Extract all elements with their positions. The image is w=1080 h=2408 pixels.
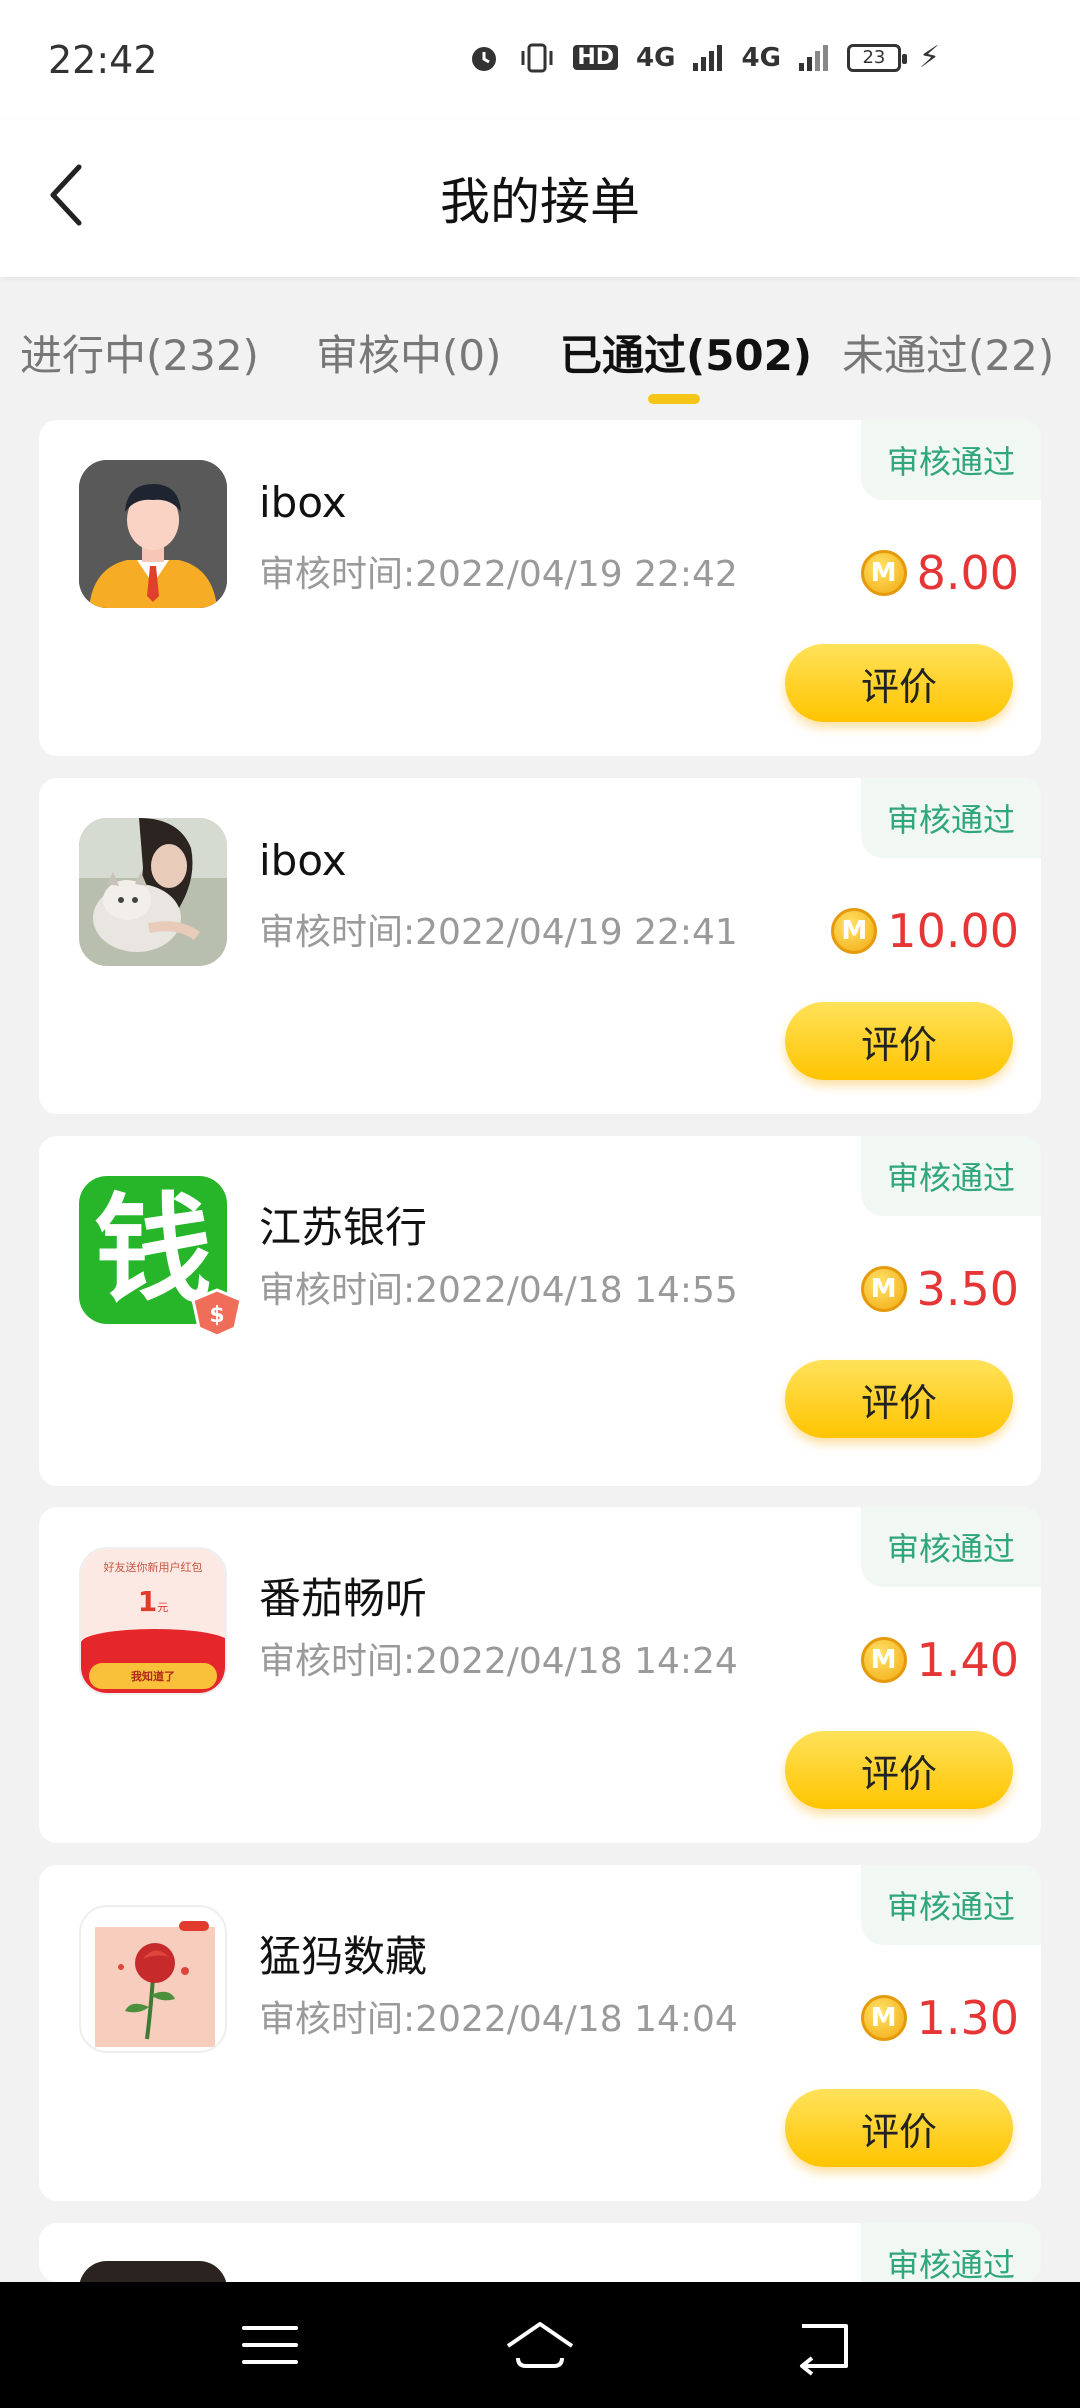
- order-title: 番茄畅听: [259, 1574, 428, 1623]
- order-card[interactable]: 审核通过: [39, 2223, 1041, 2282]
- rose-icon: [79, 1905, 227, 2053]
- girl-with-cat-avatar: [79, 818, 227, 966]
- reward-amount: 10.00: [887, 904, 1019, 958]
- reward: M 8.00: [860, 546, 1019, 600]
- order-title: ibox: [259, 478, 347, 527]
- reward: M 1.30: [860, 1991, 1019, 2045]
- reward: M 10.00: [831, 904, 1019, 958]
- rate-button[interactable]: 评价: [785, 1002, 1013, 1080]
- page-title: 我的接单: [440, 173, 640, 231]
- menu-icon[interactable]: [230, 2312, 310, 2378]
- reward: M 1.40: [860, 1633, 1019, 1687]
- order-time: 审核时间:2022/04/19 22:42: [259, 554, 738, 595]
- order-time: 审核时间:2022/04/18 14:55: [259, 1270, 738, 1311]
- app-header: 我的接单: [0, 120, 1080, 277]
- reward-amount: 3.50: [916, 1262, 1019, 1316]
- reward: M 3.50: [860, 1262, 1019, 1316]
- money-app-icon: 钱 $: [79, 1176, 243, 1338]
- signal-bars-icon-2: [798, 44, 828, 71]
- envelope-amount: 1: [137, 1585, 158, 1618]
- rate-button[interactable]: 评价: [785, 1360, 1013, 1438]
- order-title: ibox: [259, 836, 347, 885]
- reward-amount: 1.30: [916, 1991, 1019, 2045]
- order-card[interactable]: ibox 审核时间:2022/04/19 22:42 审核通过 M 8.00 评…: [39, 420, 1041, 756]
- reward-amount: 1.40: [916, 1633, 1019, 1687]
- shield-badge-icon: $: [191, 1288, 243, 1338]
- alarm-icon: [472, 46, 497, 71]
- status-icons: HD 4G 4G 23 ⚡: [467, 40, 940, 75]
- coin-icon: M: [860, 1637, 907, 1683]
- dark-avatar: [79, 2261, 227, 2282]
- hd-icon: HD: [573, 45, 619, 70]
- signal-bars-icon: [693, 44, 723, 71]
- coin-icon: M: [860, 1266, 907, 1312]
- order-title: 猛犸数藏: [259, 1932, 428, 1981]
- order-card[interactable]: 好友送你新用户红包 1元 我知道了 番茄畅听 审核时间:2022/04/18 1…: [39, 1507, 1041, 1843]
- coin-icon: M: [860, 550, 907, 596]
- status-bar: 22:42 HD 4G 4G 23 ⚡: [0, 0, 1080, 120]
- red-envelope-icon: 好友送你新用户红包 1元 我知道了: [79, 1547, 227, 1695]
- active-tab-indicator: [648, 394, 700, 404]
- tab-rejected[interactable]: 未通过(22): [842, 322, 1054, 383]
- status-badge: 审核通过: [861, 778, 1041, 858]
- order-card[interactable]: 钱 $ 江苏银行 审核时间:2022/04/18 14:55 审核通过 M 3.…: [39, 1136, 1041, 1486]
- vibrate-icon: [521, 43, 553, 72]
- signal-4g-icon: 4G: [636, 42, 676, 73]
- status-badge: 审核通过: [861, 2223, 1041, 2282]
- order-time: 审核时间:2022/04/19 22:41: [259, 912, 738, 953]
- status-badge: 审核通过: [861, 1136, 1041, 1216]
- rate-button[interactable]: 评价: [785, 644, 1013, 722]
- battery-icon: 23: [846, 43, 907, 72]
- rate-button[interactable]: 评价: [785, 1731, 1013, 1809]
- tab-bar: 进行中(232) 审核中(0) 已通过(502) 未通过(22): [0, 300, 1080, 410]
- envelope-unit: 元: [157, 1601, 169, 1614]
- signal-4g-icon-2: 4G: [741, 42, 781, 73]
- home-icon[interactable]: [500, 2312, 580, 2378]
- rate-button[interactable]: 评价: [785, 2089, 1013, 2167]
- envelope-button-text: 我知道了: [131, 1670, 175, 1683]
- businessman-avatar: [79, 460, 227, 608]
- tab-in-progress[interactable]: 进行中(232): [20, 322, 259, 383]
- status-badge: 审核通过: [861, 1865, 1041, 1945]
- back-nav-icon[interactable]: [784, 2312, 864, 2378]
- status-badge: 审核通过: [861, 420, 1041, 500]
- status-time: 22:42: [48, 38, 158, 82]
- charging-icon: ⚡: [918, 40, 940, 75]
- tab-approved[interactable]: 已通过(502): [560, 322, 812, 383]
- coin-icon: M: [860, 1995, 907, 2041]
- status-badge: 审核通过: [861, 1507, 1041, 1587]
- reward-amount: 8.00: [916, 546, 1019, 600]
- svg-text:$: $: [209, 1303, 224, 1328]
- order-time: 审核时间:2022/04/18 14:24: [259, 1641, 738, 1682]
- order-time: 审核时间:2022/04/18 14:04: [259, 1999, 738, 2040]
- order-title: 江苏银行: [259, 1203, 428, 1252]
- order-card[interactable]: ibox 审核时间:2022/04/19 22:41 审核通过 M 10.00 …: [39, 778, 1041, 1114]
- tab-under-review[interactable]: 审核中(0): [316, 322, 502, 383]
- order-card[interactable]: 猛犸数藏 审核时间:2022/04/18 14:04 审核通过 M 1.30 评…: [39, 1865, 1041, 2201]
- envelope-caption: 好友送你新用户红包: [103, 1561, 203, 1574]
- system-nav-bar: [0, 2282, 1080, 2408]
- coin-icon: M: [831, 908, 878, 954]
